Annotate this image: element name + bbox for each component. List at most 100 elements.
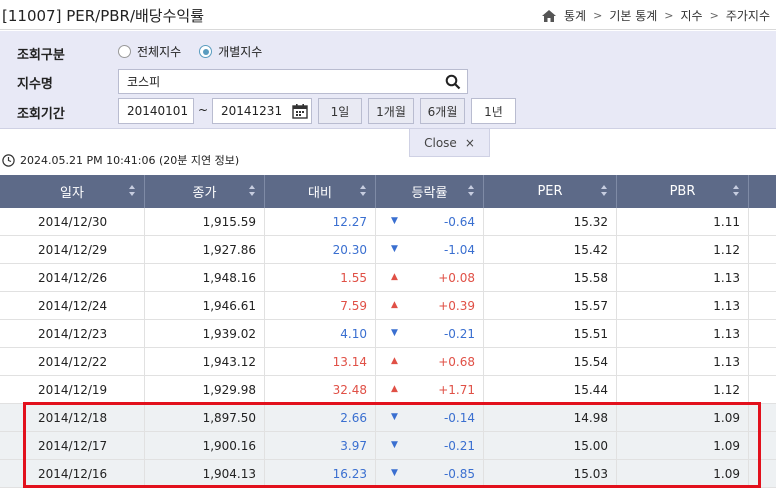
- radio-individual-index[interactable]: [199, 45, 213, 58]
- cell-rate: -0.21: [376, 432, 484, 459]
- column-header-per[interactable]: PER: [484, 175, 617, 208]
- cell-change: ▼ 16.23: [265, 460, 398, 487]
- index-name-label: 지수명: [17, 77, 53, 92]
- table-row[interactable]: 2014/12/17 1,900.16 ▼ 3.97 -0.21 15.00 1.09: [0, 432, 776, 460]
- sort-icon[interactable]: [733, 185, 740, 197]
- close-label: Close: [424, 135, 457, 150]
- period-1day-button[interactable]: 1일: [318, 98, 362, 124]
- cell-rate: -0.64: [376, 208, 484, 235]
- cell-date: 2014/12/22: [0, 348, 145, 375]
- column-header-date[interactable]: 일자: [0, 175, 145, 208]
- cell-rate: -0.21: [376, 320, 484, 347]
- column-header-label: 종가: [192, 186, 217, 201]
- cell-change: ▼ 3.97: [265, 432, 398, 459]
- cell-per: 15.42: [484, 236, 617, 263]
- table-row[interactable]: 2014/12/18 1,897.50 ▼ 2.66 -0.14 14.98 1.09: [0, 404, 776, 432]
- period-1month-button[interactable]: 1개월: [368, 98, 414, 124]
- table-row[interactable]: 2014/12/29 1,927.86 ▼ 20.30 -1.04 15.42 1.12: [0, 236, 776, 264]
- cell-change-value: 12.27: [332, 214, 367, 229]
- breadcrumb-item[interactable]: 기본 통계: [609, 7, 657, 24]
- cell-close: 1,939.02: [145, 320, 265, 347]
- data-table: 일자 종가 대비 등락률 PER PBR 2014/12/30 1,915.59 ▼…: [0, 175, 776, 488]
- table-row[interactable]: 2014/12/16 1,904.13 ▼ 16.23 -0.85 15.03 1.09: [0, 460, 776, 488]
- cell-change: ▼ 4.10: [265, 320, 398, 347]
- cell-date: 2014/12/19: [0, 376, 145, 403]
- cell-change: ▲ 7.59: [265, 292, 398, 319]
- chevron-right-icon: >: [664, 9, 674, 22]
- cell-change-value: 4.10: [340, 326, 367, 341]
- cell-change-value: 32.48: [332, 382, 367, 397]
- chevron-right-icon: >: [593, 9, 603, 22]
- cell-close: 1,897.50: [145, 404, 265, 431]
- cell-per: 15.54: [484, 348, 617, 375]
- home-icon[interactable]: [542, 9, 556, 22]
- end-date-input[interactable]: 20141231: [212, 98, 289, 124]
- sort-icon[interactable]: [360, 185, 367, 197]
- table-row[interactable]: 2014/12/22 1,943.12 ▲ 13.14 +0.68 15.54 1.13: [0, 348, 776, 376]
- column-header-close[interactable]: 종가: [145, 175, 265, 208]
- index-name-input[interactable]: 코스피: [118, 69, 468, 94]
- cell-spacer: [749, 404, 776, 431]
- chevron-right-icon: >: [709, 9, 719, 22]
- cell-change: ▼ 12.27: [265, 208, 398, 235]
- cell-change-value: 7.59: [340, 298, 367, 313]
- cell-rate: +1.71: [376, 376, 484, 403]
- cell-change: ▲ 1.55: [265, 264, 398, 291]
- breadcrumb-item[interactable]: 주가지수: [726, 7, 770, 24]
- radio-individual-index-label[interactable]: 개별지수: [218, 43, 262, 60]
- cell-date: 2014/12/18: [0, 404, 145, 431]
- clock-icon: [2, 153, 15, 167]
- close-search-panel-button[interactable]: Close ×: [409, 129, 490, 157]
- cell-close: 1,943.12: [145, 348, 265, 375]
- title-bar: [11007] PER/PBR/배당수익률 통계 > 기본 통계 > 지수 > …: [0, 0, 776, 30]
- table-body: 2014/12/30 1,915.59 ▼ 12.27 -0.64 15.32 1.11 20…: [0, 208, 776, 488]
- cell-date: 2014/12/17: [0, 432, 145, 459]
- cell-spacer: [749, 236, 776, 263]
- cell-close: 1,946.61: [145, 292, 265, 319]
- sort-icon[interactable]: [468, 185, 475, 197]
- table-row[interactable]: 2014/12/30 1,915.59 ▼ 12.27 -0.64 15.32 1.11: [0, 208, 776, 236]
- column-header-label: 등락률: [411, 186, 448, 201]
- table-row[interactable]: 2014/12/26 1,948.16 ▲ 1.55 +0.08 15.58 1.13: [0, 264, 776, 292]
- breadcrumb-item[interactable]: 지수: [681, 7, 703, 24]
- cell-date: 2014/12/16: [0, 460, 145, 487]
- cell-close: 1,948.16: [145, 264, 265, 291]
- cell-pbr: 1.09: [617, 460, 749, 487]
- cell-pbr: 1.13: [617, 320, 749, 347]
- search-icon[interactable]: [445, 74, 461, 90]
- sort-icon[interactable]: [601, 185, 608, 197]
- calendar-icon[interactable]: [288, 98, 312, 124]
- cell-close: 1,915.59: [145, 208, 265, 235]
- cell-date: 2014/12/24: [0, 292, 145, 319]
- table-row[interactable]: 2014/12/19 1,929.98 ▲ 32.48 +1.71 15.44 1.12: [0, 376, 776, 404]
- column-header-pbr[interactable]: PBR: [617, 175, 749, 208]
- column-header-rate[interactable]: 등락률: [376, 175, 484, 208]
- period-6month-button[interactable]: 6개월: [420, 98, 465, 124]
- breadcrumb-item[interactable]: 통계: [564, 7, 586, 24]
- cell-pbr: 1.09: [617, 432, 749, 459]
- table-row[interactable]: 2014/12/23 1,939.02 ▼ 4.10 -0.21 15.51 1.13: [0, 320, 776, 348]
- cell-change-value: 16.23: [332, 466, 367, 481]
- sort-icon[interactable]: [249, 185, 256, 197]
- column-header-spacer: [749, 175, 776, 208]
- sort-icon[interactable]: [129, 185, 136, 197]
- index-name-value: 코스피: [127, 75, 161, 89]
- cell-spacer: [749, 376, 776, 403]
- timestamp: 2024.05.21 PM 10:41:06 (20분 지연 정보): [2, 152, 239, 168]
- cell-close: 1,904.13: [145, 460, 265, 487]
- cell-per: 15.44: [484, 376, 617, 403]
- radio-all-index-label[interactable]: 전체지수: [137, 43, 181, 60]
- cell-pbr: 1.13: [617, 292, 749, 319]
- column-header-label: PER: [537, 184, 563, 199]
- cell-pbr: 1.09: [617, 404, 749, 431]
- period-1year-button[interactable]: 1년: [471, 98, 516, 124]
- cell-spacer: [749, 264, 776, 291]
- start-date-input[interactable]: 20140101: [118, 98, 194, 124]
- radio-all-index[interactable]: [118, 45, 131, 58]
- cell-rate: -0.14: [376, 404, 484, 431]
- breadcrumb: 통계 > 기본 통계 > 지수 > 주가지수: [542, 7, 770, 24]
- table-row[interactable]: 2014/12/24 1,946.61 ▲ 7.59 +0.39 15.57 1.13: [0, 292, 776, 320]
- cell-date: 2014/12/26: [0, 264, 145, 291]
- column-header-change[interactable]: 대비: [265, 175, 376, 208]
- cell-pbr: 1.13: [617, 348, 749, 375]
